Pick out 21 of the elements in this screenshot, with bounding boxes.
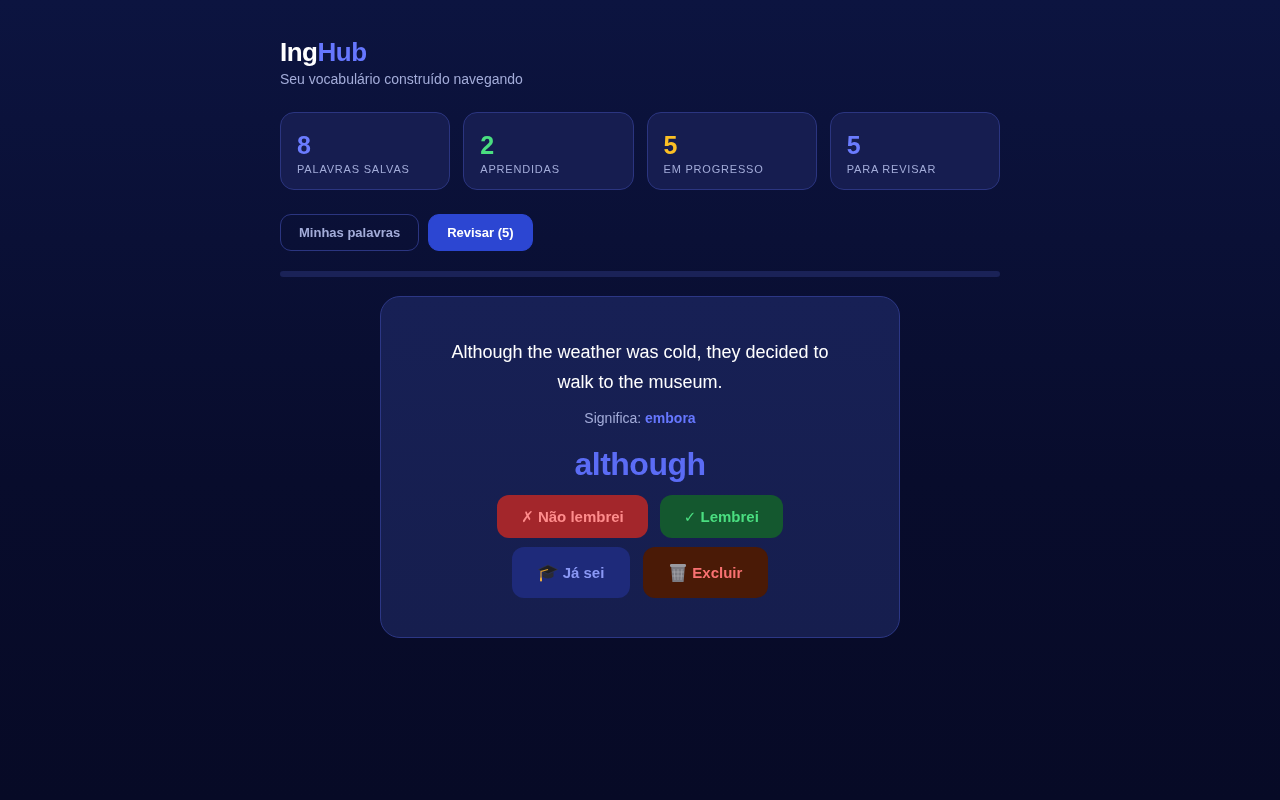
meaning-text: Significa: embora (584, 409, 696, 428)
already-know-button[interactable]: Já sei (511, 547, 631, 598)
app-subtitle: Seu vocabulário construído navegando (280, 70, 523, 88)
delete-button[interactable]: Excluir (643, 547, 769, 598)
stat-value: 5 (846, 131, 861, 159)
app-logo: IngHub (280, 37, 367, 68)
tab[interactable]: Revisar (5) (428, 214, 533, 251)
graduation-cap-icon (537, 563, 558, 582)
example-sentence: Although the weather was cold, they decided to walk to the museum. (450, 341, 830, 394)
stat-label: PARA REVISAR (846, 162, 937, 176)
trash-can-icon (669, 562, 688, 583)
stat-label: EM PROGRESSO (663, 162, 764, 176)
stat-value: 2 (480, 131, 495, 159)
remembered-button[interactable]: ✓ Lembrei (659, 495, 783, 538)
stat-value: 5 (663, 131, 678, 159)
tab[interactable]: Minhas palavras (280, 214, 420, 251)
stat-label: PALAVRAS SALVAS (297, 162, 410, 176)
stat-label: APRENDIDAS (480, 162, 560, 176)
stat-value: 8 (297, 131, 311, 159)
not-remembered-button[interactable]: ✗ Não lembrei (497, 495, 648, 538)
review-word: although (574, 445, 706, 484)
